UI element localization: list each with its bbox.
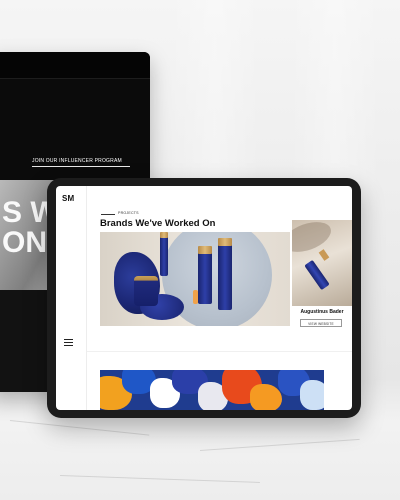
influencer-program-heading[interactable]: JOIN OUR INFLUENCER PROGRAM: [32, 158, 122, 164]
tablet-screen: SM PROJECTS Brands We've Worked On Augus…: [56, 186, 352, 410]
monitor-header-bar: [0, 52, 150, 79]
menu-icon[interactable]: [64, 339, 73, 346]
heading-underline: [32, 166, 130, 167]
next-project-image[interactable]: [100, 370, 324, 410]
page-title: Brands We've Worked On: [100, 218, 216, 229]
section-divider: [87, 351, 352, 352]
hero-product-image[interactable]: [100, 232, 290, 326]
tablet-device: SM PROJECTS Brands We've Worked On Augus…: [47, 178, 361, 418]
brand-name: Augustinus Bader: [300, 309, 344, 315]
projects-label: PROJECTS: [118, 211, 139, 215]
site-logo[interactable]: SM: [62, 194, 74, 203]
view-website-button[interactable]: VIEW WEBSITE: [300, 319, 342, 327]
side-rail: SM: [56, 186, 87, 410]
brand-card: Augustinus Bader VIEW WEBSITE: [292, 306, 352, 334]
brand-photo[interactable]: [292, 220, 352, 306]
projects-label-line: [101, 214, 115, 215]
